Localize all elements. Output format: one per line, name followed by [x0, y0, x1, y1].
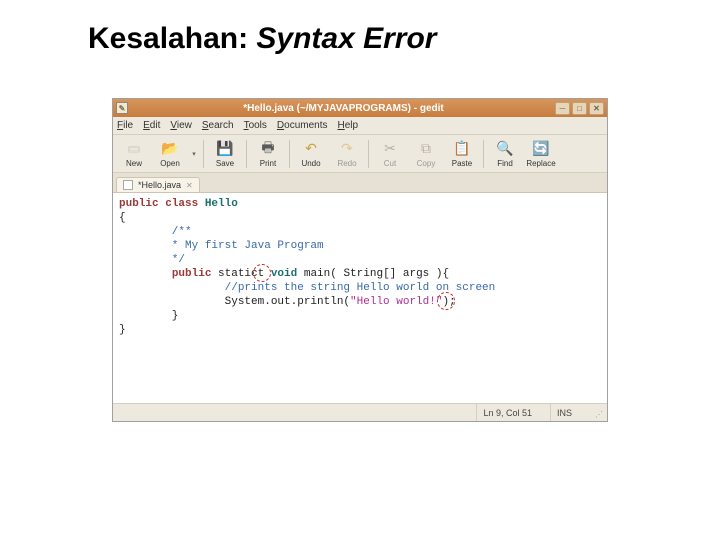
code-line: { [119, 212, 126, 224]
code-text: statict [211, 268, 264, 280]
code-cls: Hello [198, 198, 238, 210]
separator [203, 140, 204, 168]
separator [289, 140, 290, 168]
code-kw: public class [119, 198, 198, 210]
save-label: Save [216, 159, 234, 168]
open-button[interactable]: 📂 Open [153, 137, 187, 171]
titlebar: ✎ *Hello.java (~/MYJAVAPROGRAMS) - gedit… [113, 99, 607, 117]
code-editor[interactable]: public class Hello { /** * My first Java… [113, 193, 607, 403]
slide-title: Kesalahan: Syntax Error [0, 0, 720, 68]
file-icon [123, 180, 133, 190]
statusbar: Ln 9, Col 51 INS ⋰ [113, 403, 607, 421]
window-controls: ─ □ ✕ [555, 102, 604, 115]
new-icon: ▭ [125, 140, 143, 158]
error-semicolon: ); [442, 295, 455, 309]
title-text-b: Syntax Error [256, 22, 436, 55]
find-icon: 🔍 [496, 140, 514, 158]
close-button[interactable]: ✕ [589, 102, 604, 115]
copy-button[interactable]: ⧉ Copy [409, 137, 443, 171]
code-comment: //prints the string Hello world on scree… [119, 282, 495, 294]
menu-file[interactable]: File [117, 120, 133, 131]
print-button[interactable]: 🖶 Print [251, 137, 285, 171]
open-label: Open [160, 159, 180, 168]
code-line: } [119, 324, 126, 336]
menu-view[interactable]: View [170, 120, 192, 131]
paste-label: Paste [452, 159, 472, 168]
new-label: New [126, 159, 142, 168]
code-text: main( String[] args ){ [297, 268, 449, 280]
code-line: } [119, 310, 178, 322]
replace-button[interactable]: 🔄 Replace [524, 137, 558, 171]
undo-icon: ↶ [302, 140, 320, 158]
error-statict: statict [211, 267, 264, 281]
cut-button[interactable]: ✂ Cut [373, 137, 407, 171]
print-label: Print [260, 159, 276, 168]
toolbar: ▭ New 📂 Open ▾ 💾 Save 🖶 Print ↶ Undo ↷ R… [113, 135, 607, 173]
tab-close-icon[interactable]: ✕ [186, 181, 193, 190]
tab-hello-java[interactable]: *Hello.java ✕ [116, 177, 200, 192]
code-text: System.out.println( [119, 296, 350, 308]
save-button[interactable]: 💾 Save [208, 137, 242, 171]
code-indent [119, 268, 172, 280]
code-void: void [264, 268, 297, 280]
maximize-button[interactable]: □ [572, 102, 587, 115]
menu-search[interactable]: Search [202, 120, 234, 131]
paste-button[interactable]: 📋 Paste [445, 137, 479, 171]
window-title: *Hello.java (~/MYJAVAPROGRAMS) - gedit [132, 103, 555, 114]
code-kw: public [172, 268, 212, 280]
find-button[interactable]: 🔍 Find [488, 137, 522, 171]
code-comment: */ [119, 254, 185, 266]
redo-button[interactable]: ↷ Redo [330, 137, 364, 171]
find-label: Find [497, 159, 513, 168]
menu-tools[interactable]: Tools [244, 120, 267, 131]
separator [368, 140, 369, 168]
copy-label: Copy [417, 159, 436, 168]
redo-label: Redo [337, 159, 356, 168]
paste-icon: 📋 [453, 140, 471, 158]
replace-icon: 🔄 [532, 140, 550, 158]
open-icon: 📂 [161, 140, 179, 158]
separator [483, 140, 484, 168]
status-position: Ln 9, Col 51 [476, 404, 532, 421]
copy-icon: ⧉ [417, 140, 435, 158]
status-insert-mode: INS [550, 404, 572, 421]
print-icon: 🖶 [259, 140, 277, 158]
menubar: File Edit View Search Tools Documents He… [113, 117, 607, 135]
app-icon: ✎ [116, 102, 128, 114]
code-string: "Hello world!" [350, 296, 442, 308]
menu-documents[interactable]: Documents [277, 120, 328, 131]
menu-help[interactable]: Help [338, 120, 359, 131]
code-comment: /** [119, 226, 192, 238]
new-button[interactable]: ▭ New [117, 137, 151, 171]
code-comment: * My first Java Program [119, 240, 324, 252]
tabbar: *Hello.java ✕ [113, 173, 607, 193]
redo-icon: ↷ [338, 140, 356, 158]
menu-edit[interactable]: Edit [143, 120, 160, 131]
resize-grip-icon[interactable]: ⋰ [590, 407, 602, 419]
cut-label: Cut [384, 159, 396, 168]
undo-label: Undo [301, 159, 320, 168]
separator [246, 140, 247, 168]
title-text-a: Kesalahan: [88, 22, 256, 55]
minimize-button[interactable]: ─ [555, 102, 570, 115]
cut-icon: ✂ [381, 140, 399, 158]
replace-label: Replace [526, 159, 555, 168]
save-icon: 💾 [216, 140, 234, 158]
open-dropdown[interactable]: ▾ [189, 137, 199, 171]
gedit-window: ✎ *Hello.java (~/MYJAVAPROGRAMS) - gedit… [112, 98, 608, 422]
tab-label: *Hello.java [138, 180, 181, 190]
undo-button[interactable]: ↶ Undo [294, 137, 328, 171]
